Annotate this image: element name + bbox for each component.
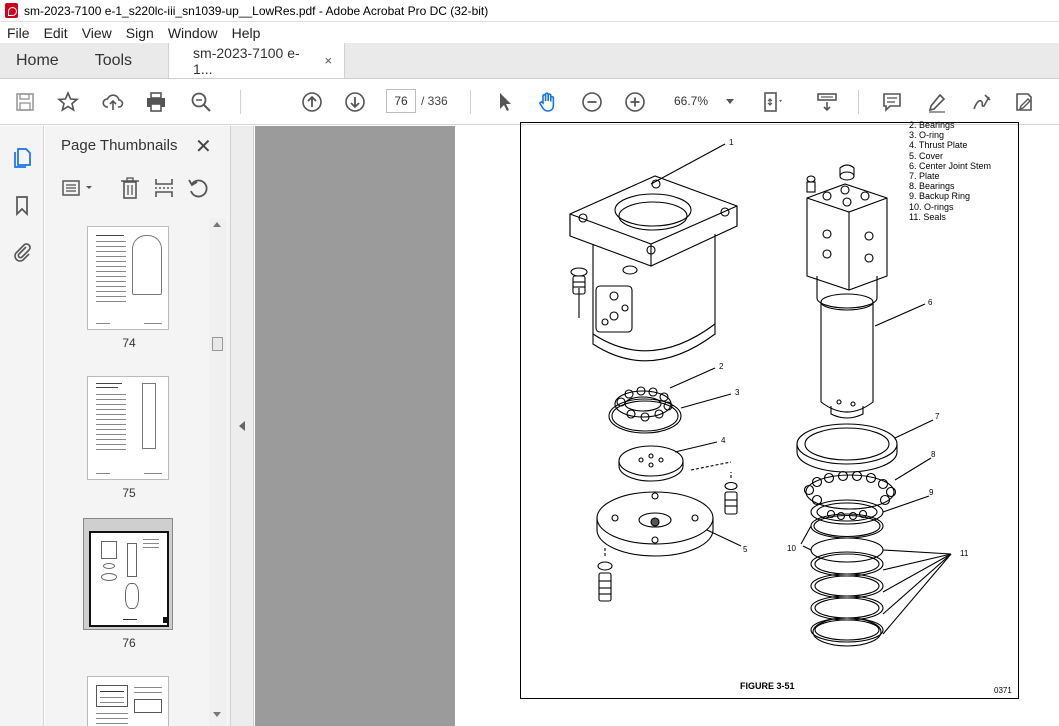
page-fit-icon[interactable] (760, 90, 784, 114)
legend-item: 5. Cover (909, 150, 944, 161)
page-thumbnails-panel: Page Thumbnails ✕ 74 75 76 (45, 126, 231, 726)
bookmark-icon[interactable] (11, 194, 33, 216)
callout-5: 5 (743, 545, 748, 554)
zoom-in-icon[interactable] (623, 90, 647, 114)
acrobat-pdf-icon (5, 3, 18, 18)
callout-7: 7 (935, 412, 940, 421)
fill-sign-icon[interactable] (1012, 90, 1036, 114)
zoom-dropdown[interactable]: 66.7% (664, 89, 740, 113)
highlight-pen-icon[interactable] (925, 90, 949, 114)
menu-file[interactable]: File (0, 25, 37, 41)
title-bar: sm-2023-7100 e-1_s220lc-iii_sn1039-up__L… (0, 0, 1059, 22)
menu-bar: File Edit View Sign Window Help (0, 22, 1059, 43)
document-viewer[interactable]: 1 2 3 4 5 6 7 8 9 10 11 2. Bearings 3. O… (255, 120, 1059, 726)
panel-collapse-bar[interactable] (231, 126, 254, 726)
thumbnail-label: 76 (122, 636, 136, 650)
upload-cloud-icon[interactable] (101, 90, 125, 114)
callout-11: 11 (960, 549, 969, 558)
thumbnail-list: 74 75 76 (45, 224, 213, 726)
page-thumbnails-icon[interactable] (11, 146, 33, 168)
callout-10: 10 (787, 544, 796, 553)
scroll-mode-icon[interactable] (815, 90, 839, 114)
zoom-search-icon[interactable] (189, 90, 213, 114)
pdf-page: 1 2 3 4 5 6 7 8 9 10 11 2. Bearings 3. O… (455, 120, 1059, 726)
thumbnail-scrollbar[interactable] (209, 218, 226, 726)
zoom-value: 66.7% (674, 94, 709, 108)
draw-sign-icon[interactable] (969, 90, 993, 114)
scroll-thumb[interactable] (212, 337, 223, 351)
legend-item: 4. Thrust Plate (909, 140, 968, 151)
previous-page-icon[interactable] (300, 90, 324, 114)
attachment-icon[interactable] (11, 240, 33, 262)
callout-1: 1 (729, 138, 734, 147)
comment-icon[interactable] (880, 90, 904, 114)
panel-close-button[interactable]: ✕ (195, 134, 212, 159)
callout-2: 2 (719, 362, 724, 371)
menu-view[interactable]: View (75, 25, 119, 41)
menu-edit[interactable]: Edit (37, 25, 75, 41)
thumbnail-label: 74 (122, 336, 136, 350)
zoom-out-icon[interactable] (580, 90, 604, 114)
page-total: / 336 (421, 94, 448, 108)
collapse-left-icon[interactable] (239, 421, 245, 431)
insert-pages-icon[interactable] (153, 176, 175, 200)
toolbar-divider (470, 90, 471, 114)
menu-sign[interactable]: Sign (119, 25, 161, 41)
thumbnail-label: 75 (122, 486, 136, 500)
delete-trash-icon[interactable] (119, 176, 141, 200)
select-cursor-icon[interactable] (493, 90, 517, 114)
tab-document-label: sm-2023-7100 e-1... (193, 44, 300, 77)
toolbar-divider (858, 90, 859, 114)
legend-item: 11. Seals (909, 211, 946, 222)
parts-legend: 2. Bearings 3. O-ring 4. Thrust Plate 5.… (909, 120, 991, 222)
tab-close-button[interactable]: × (324, 53, 332, 68)
callout-4: 4 (721, 436, 726, 445)
menu-window[interactable]: Window (161, 25, 225, 41)
tab-bar: Home Tools sm-2023-7100 e-1... × (0, 43, 1059, 79)
tab-document[interactable]: sm-2023-7100 e-1... × (168, 43, 346, 78)
callout-8: 8 (931, 450, 936, 459)
thumbnail-page[interactable] (87, 226, 169, 330)
legend-item: 6. Center Joint Stem (909, 160, 992, 171)
legend-item: 9. Backup Ring (909, 191, 971, 202)
thumbnail-options-icon[interactable] (61, 178, 97, 198)
scroll-down-icon[interactable] (213, 712, 221, 717)
window-title: sm-2023-7100 e-1_s220lc-iii_sn1039-up__L… (24, 3, 489, 18)
toolbar-divider (240, 90, 241, 114)
rotate-page-icon[interactable] (187, 176, 209, 200)
toolbar (0, 79, 1059, 125)
legend-item: 3. O-ring (909, 130, 945, 141)
next-page-icon[interactable] (343, 90, 367, 114)
figure-caption: FIGURE 3-51 (740, 681, 795, 691)
callout-6: 6 (928, 298, 933, 307)
thumbnail-page[interactable] (87, 676, 169, 726)
tab-home[interactable]: Home (0, 43, 75, 78)
panel-title: Page Thumbnails (61, 137, 178, 154)
legend-item: 2. Bearings (909, 120, 955, 130)
figure-code: 0371 (994, 686, 1012, 695)
legend-item: 8. Bearings (909, 181, 955, 192)
print-icon[interactable] (144, 90, 168, 114)
page-number-input[interactable]: 76 (386, 89, 416, 113)
menu-help[interactable]: Help (225, 25, 268, 41)
callout-3: 3 (735, 388, 740, 397)
bookmark-star-icon[interactable] (56, 90, 80, 114)
legend-item: 7. Plate (909, 171, 940, 182)
thumbnail-page[interactable] (87, 376, 169, 480)
panel-toolbar (59, 176, 219, 200)
callout-9: 9 (929, 488, 934, 497)
tab-tools[interactable]: Tools (75, 43, 148, 78)
hand-tool-icon[interactable] (536, 90, 560, 114)
save-icon[interactable] (13, 90, 37, 114)
left-rail (0, 126, 44, 726)
thumbnail-page-selected[interactable] (83, 518, 173, 630)
chevron-down-icon (726, 98, 734, 104)
scroll-up-icon[interactable] (213, 222, 221, 227)
legend-item: 10. O-rings (909, 201, 954, 212)
